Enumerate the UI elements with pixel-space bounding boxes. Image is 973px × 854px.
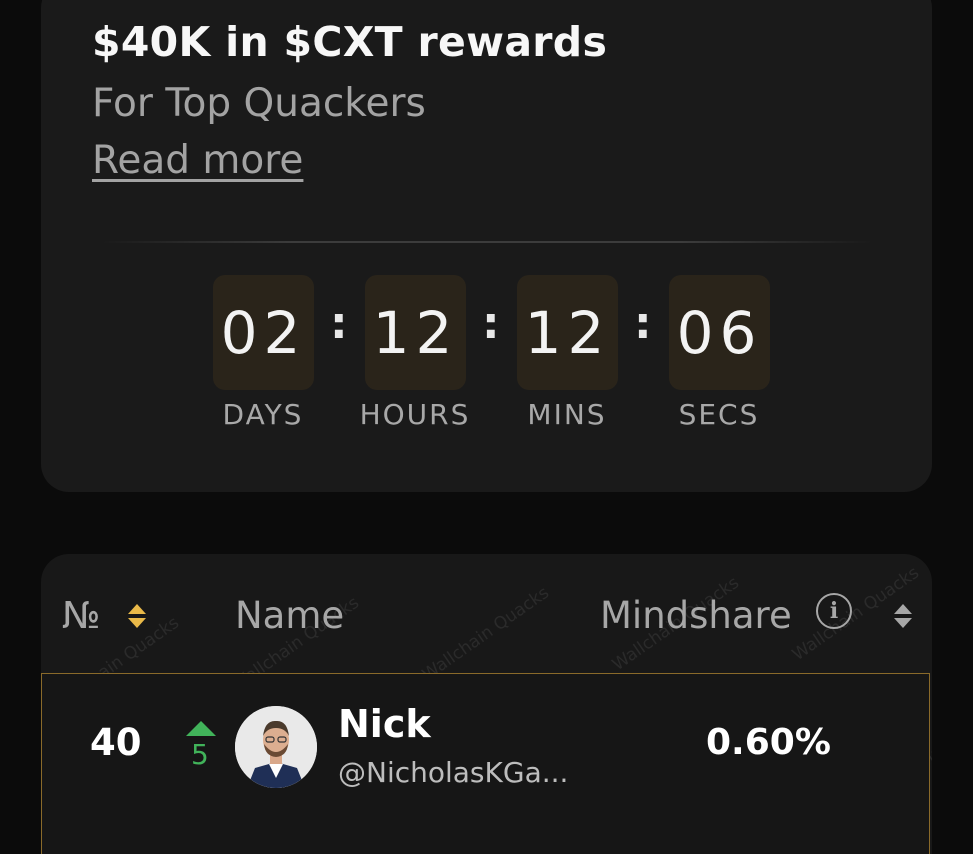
column-header-mindshare[interactable]: Mindshare [600, 594, 792, 637]
days-label: DAYS [222, 398, 304, 431]
user-handle[interactable]: @NicholasKGa... [338, 756, 568, 789]
watermark: Wallchain Quacks [418, 582, 553, 686]
sort-rank-icon[interactable] [128, 602, 146, 630]
leaderboard: Wallchain Quacks Wallchain Quacks Wallch… [41, 554, 932, 854]
countdown-separator: : [634, 298, 652, 349]
rewards-title: $40K in $CXT rewards [92, 18, 608, 66]
countdown-mins: 12 [517, 275, 618, 390]
column-header-name: Name [235, 594, 345, 637]
rank-up-icon [186, 721, 216, 736]
rank-change: 5 [191, 738, 209, 771]
hours-label: HOURS [359, 398, 471, 431]
column-header-rank: № [62, 594, 101, 637]
avatar[interactable] [235, 706, 317, 788]
sort-mindshare-icon[interactable] [894, 602, 912, 630]
rewards-subtitle: For Top Quackers [92, 81, 426, 126]
countdown-separator: : [330, 298, 348, 349]
countdown-days: 02 [213, 275, 314, 390]
info-icon[interactable]: i [816, 593, 852, 629]
rewards-card: $40K in $CXT rewards For Top Quackers Re… [41, 0, 932, 492]
divider [101, 241, 873, 243]
countdown-hours: 12 [365, 275, 466, 390]
secs-label: SECS [678, 398, 760, 431]
countdown-separator: : [482, 298, 500, 349]
mins-label: MINS [527, 398, 607, 431]
mindshare-value: 0.60% [706, 722, 831, 763]
user-name[interactable]: Nick [338, 702, 431, 746]
table-row[interactable]: 40 5 Nick @NicholasKGa... 0.60% [41, 673, 930, 854]
read-more-link[interactable]: Read more [92, 138, 303, 183]
rank-value: 40 [90, 721, 142, 764]
countdown-secs: 06 [669, 275, 770, 390]
